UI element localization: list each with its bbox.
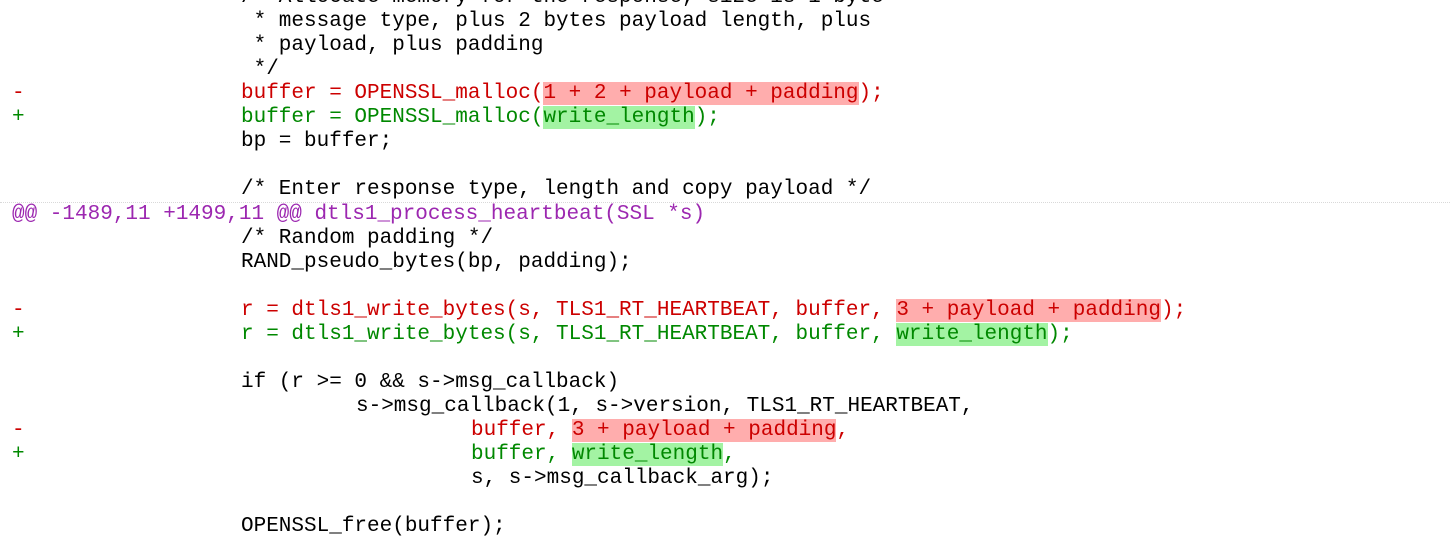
diff-removed-line: - buffer = OPENSSL_malloc(1 + 2 + payload… (0, 82, 1450, 106)
code-text: RAND_pseudo_bytes(bp, padding); (241, 251, 632, 275)
diff-blank-line (0, 491, 1450, 515)
diff-context-line: /* Enter response type, length and copy … (0, 178, 1450, 202)
diff-marker (12, 467, 32, 491)
code-segment: if (r >= 0 && s->msg_callback) (241, 371, 620, 394)
code-segment: buffer, (471, 419, 572, 442)
code-segment: ); (694, 106, 720, 129)
code-segment: buffer = OPENSSL_malloc( (241, 82, 544, 105)
diff-marker (12, 34, 32, 58)
removed-highlight: 3 + payload + padding (571, 419, 837, 442)
code-text: /* Allocate memory for the response, siz… (241, 0, 884, 10)
diff-hunk-header: @@ -1489,11 +1499,11 @@ dtls1_process_he… (0, 202, 1450, 227)
diff-context-line: if (r >= 0 && s->msg_callback) (0, 371, 1450, 395)
diff-removed-line: - buffer, 3 + payload + padding, (0, 419, 1450, 443)
code-text: s->msg_callback(1, s->version, TLS1_RT_H… (356, 395, 974, 419)
diff-view: /* Allocate memory for the response, siz… (0, 0, 1450, 539)
code-text: s, s->msg_callback_arg); (471, 467, 773, 491)
diff-marker: + (12, 443, 25, 466)
code-segment: s, s->msg_callback_arg); (471, 467, 774, 490)
removed-highlight: 3 + payload + padding (896, 299, 1161, 322)
diff-context-line: bp = buffer; (0, 130, 1450, 154)
added-highlight: write_length (543, 106, 695, 129)
added-highlight: write_length (896, 323, 1048, 346)
code-segment: ); (1047, 323, 1073, 346)
code-segment: r = dtls1_write_bytes(s, TLS1_RT_HEARTBE… (241, 299, 897, 322)
diff-marker: + (12, 106, 25, 129)
code-text: buffer, 3 + payload + padding, (471, 419, 849, 443)
diff-marker (12, 178, 32, 202)
diff-marker (12, 515, 32, 539)
diff-marker (12, 0, 32, 10)
diff-marker (12, 395, 32, 419)
code-text: if (r >= 0 && s->msg_callback) (241, 371, 619, 395)
diff-context-line: */ (0, 58, 1450, 82)
code-text: buffer = OPENSSL_malloc(write_length); (241, 106, 720, 130)
diff-blank-line (0, 347, 1450, 371)
diff-context-line: /* Allocate memory for the response, siz… (0, 0, 1450, 10)
code-text: /* Random padding */ (241, 227, 493, 251)
diff-marker (12, 371, 32, 395)
code-segment: , (836, 419, 850, 442)
code-segment: /* Random padding */ (241, 227, 494, 250)
diff-marker (12, 251, 32, 275)
diff-blank-line (0, 275, 1450, 299)
code-text: */ (241, 58, 279, 82)
code-segment: /* Enter response type, length and copy … (241, 178, 872, 201)
added-highlight: write_length (571, 443, 724, 466)
hunk-header-text: @@ -1489,11 +1499,11 @@ dtls1_process_he… (12, 203, 706, 226)
code-text: r = dtls1_write_bytes(s, TLS1_RT_HEARTBE… (241, 323, 1073, 347)
diff-context-line: RAND_pseudo_bytes(bp, padding); (0, 251, 1450, 275)
diff-context-line: * message type, plus 2 bytes payload len… (0, 10, 1450, 34)
code-segment: RAND_pseudo_bytes(bp, padding); (241, 251, 632, 274)
diff-context-line: * payload, plus padding (0, 34, 1450, 58)
code-segment: ); (858, 82, 884, 105)
code-segment: OPENSSL_free(buffer); (241, 515, 506, 538)
code-segment: buffer = OPENSSL_malloc( (241, 106, 544, 129)
code-text: OPENSSL_free(buffer); (241, 515, 506, 539)
code-text: /* Enter response type, length and copy … (241, 178, 871, 202)
code-segment: /* Allocate memory for the response, siz… (241, 0, 884, 9)
diff-context-line: s->msg_callback(1, s->version, TLS1_RT_H… (0, 395, 1450, 419)
diff-marker (12, 130, 32, 154)
diff-context-line: s, s->msg_callback_arg); (0, 467, 1450, 491)
code-text: buffer = OPENSSL_malloc(1 + 2 + payload … (241, 82, 884, 106)
code-text: bp = buffer; (241, 130, 392, 154)
diff-blank-line (0, 154, 1450, 178)
diff-marker: - (12, 419, 25, 442)
code-segment: , (723, 443, 736, 466)
diff-added-line: + buffer = OPENSSL_malloc(write_length); (0, 106, 1450, 130)
code-text: * message type, plus 2 bytes payload len… (241, 10, 872, 34)
diff-marker: + (12, 323, 25, 346)
diff-marker: - (12, 82, 25, 105)
code-segment: bp = buffer; (241, 130, 393, 153)
diff-removed-line: - r = dtls1_write_bytes(s, TLS1_RT_HEARTB… (0, 299, 1450, 323)
code-segment: r = dtls1_write_bytes(s, TLS1_RT_HEARTBE… (241, 323, 897, 346)
diff-context-line: OPENSSL_free(buffer); (0, 515, 1450, 539)
diff-context-line: /* Random padding */ (0, 227, 1450, 251)
diff-added-line: + r = dtls1_write_bytes(s, TLS1_RT_HEARTB… (0, 323, 1450, 347)
code-segment: * payload, plus padding (241, 34, 544, 57)
diff-marker (12, 10, 32, 34)
code-segment: */ (241, 58, 279, 81)
removed-highlight: 1 + 2 + payload + padding (543, 82, 859, 105)
diff-marker (12, 58, 32, 82)
diff-marker (12, 227, 32, 251)
diff-marker: - (12, 299, 25, 322)
code-text: * payload, plus padding (241, 34, 544, 58)
code-text: r = dtls1_write_bytes(s, TLS1_RT_HEARTBE… (241, 299, 1186, 323)
code-segment: * message type, plus 2 bytes payload len… (241, 10, 872, 33)
code-segment: s->msg_callback(1, s->version, TLS1_RT_H… (356, 395, 974, 418)
diff-added-line: + buffer, write_length, (0, 443, 1450, 467)
code-segment: ); (1160, 299, 1187, 322)
code-segment: buffer, (471, 443, 572, 466)
code-text: buffer, write_length, (471, 443, 736, 467)
